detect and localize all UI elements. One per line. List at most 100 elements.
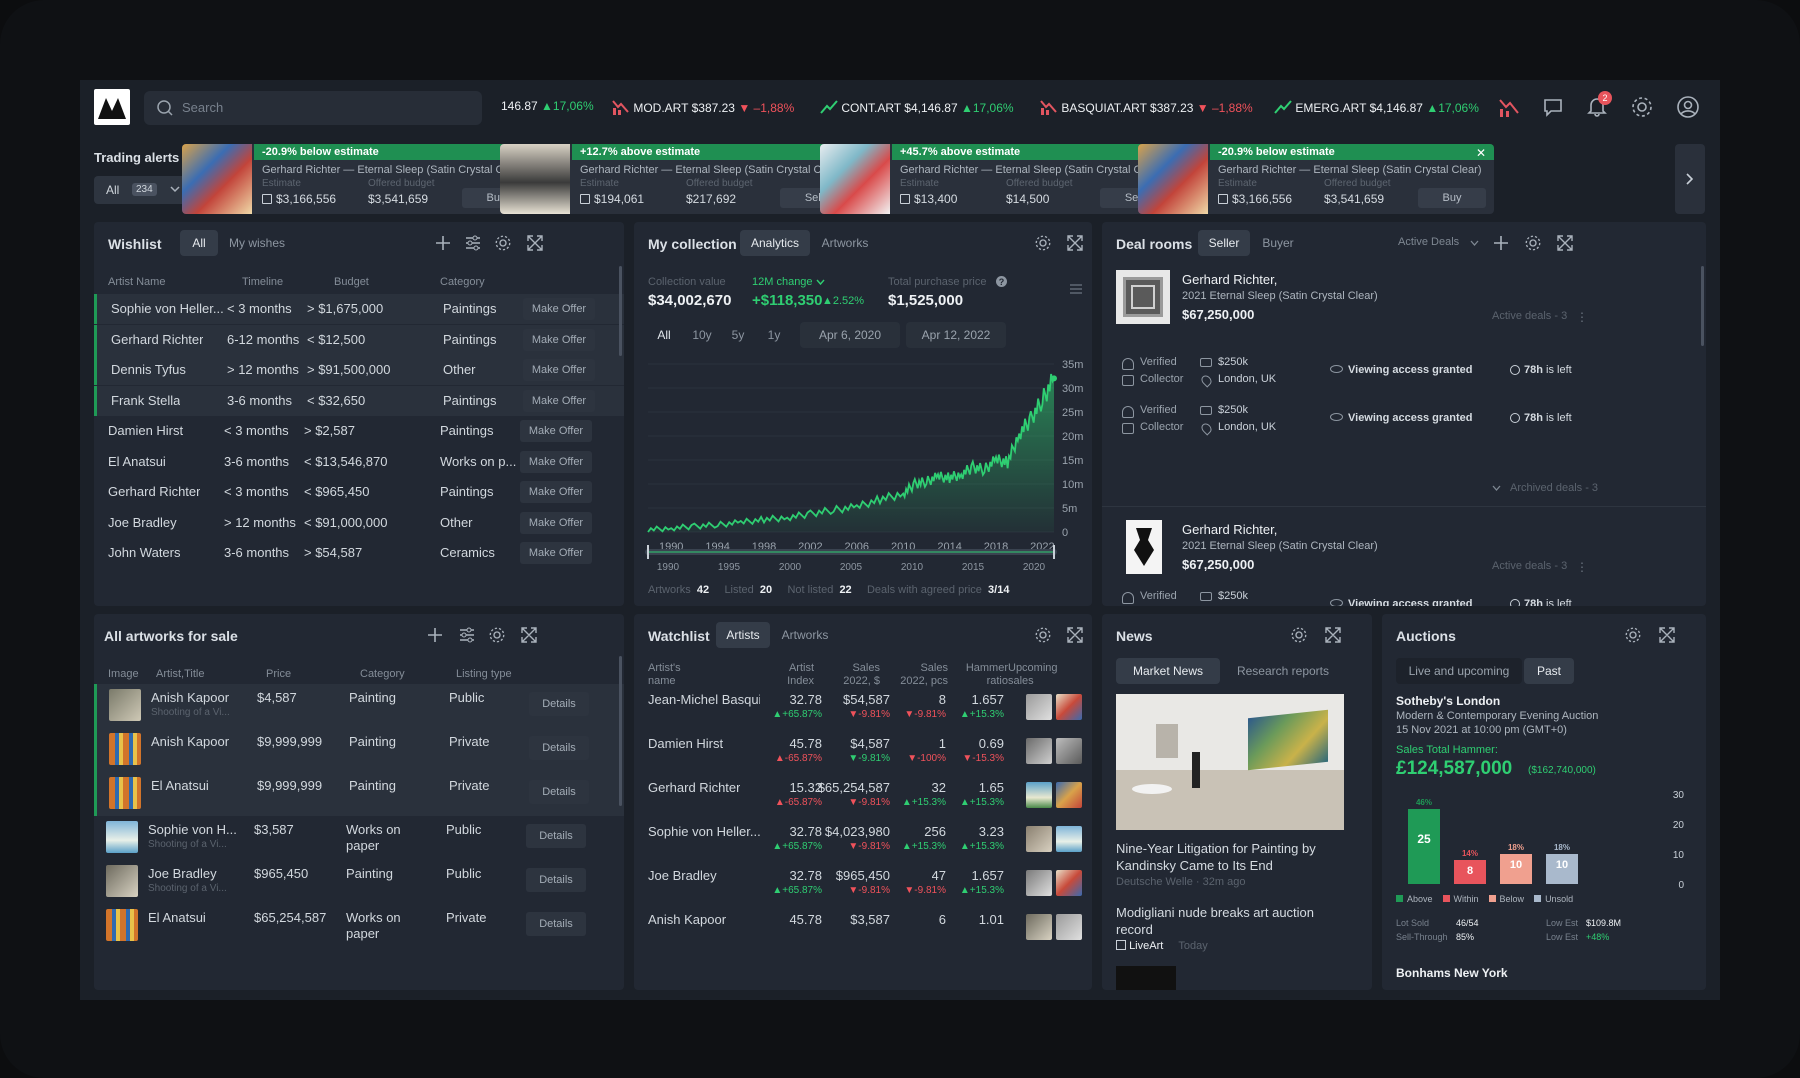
artwork-thumbnail[interactable] [1126,520,1162,574]
scrollbar[interactable] [619,656,622,806]
expand-icon[interactable] [1658,626,1678,646]
auction-bar-above[interactable] [1408,809,1440,884]
tab-research-reports[interactable]: Research reports [1222,658,1344,684]
news-headline[interactable]: Modigliani nude breaks art auction recor… [1116,904,1352,938]
tab-market-news[interactable]: Market News [1116,658,1220,684]
settings-icon[interactable] [494,234,514,254]
make-offer-button[interactable]: Make Offer [523,328,595,351]
logo[interactable] [94,89,130,125]
upcoming-sale-thumbnail[interactable] [1026,826,1052,852]
scrollbar[interactable] [1701,266,1704,346]
upcoming-sale-thumbnail[interactable] [1056,782,1082,808]
auction-house[interactable]: Sotheby's London [1396,694,1500,708]
table-row[interactable]: Gerhard Richter 15.32 ▲-65.87% $65,254,587 ▼… [634,776,1092,820]
make-offer-button[interactable]: Make Offer [520,542,592,564]
table-row[interactable]: Anish Kapoor 45.78 $3,587 6 1.01 [634,908,1092,952]
table-row[interactable]: Anish Kapoor $9,999,999 Painting Private Det… [94,728,624,772]
table-row[interactable]: Anish Kapoor Shooting of a Vi... $4,587 Pai… [94,684,624,728]
table-row[interactable]: Joe Bradley Shooting of a Vi... $965,450 Pa… [94,860,624,904]
brush-handle-right[interactable] [1053,545,1055,559]
more-vertical-icon[interactable]: ⋮ [1576,310,1588,324]
filter-sliders-icon[interactable] [464,234,484,254]
upcoming-sale-thumbnail[interactable] [1056,826,1082,852]
trading-alert-card[interactable]: -20.9% below estimate✕Gerhard Richter — … [182,144,538,214]
upcoming-sale-thumbnail[interactable] [1026,782,1052,808]
tab-all[interactable]: All [180,230,218,256]
details-button[interactable]: Details [526,868,586,892]
add-icon[interactable] [1492,234,1512,254]
news-image[interactable] [1116,694,1344,830]
tab-artworks[interactable]: Artworks [774,622,836,648]
make-offer-button[interactable]: Make Offer [523,389,595,412]
menu-icon[interactable] [1070,284,1082,294]
details-button[interactable]: Details [529,736,589,760]
table-row[interactable]: El Anatsui 3-6 months < $13,546,870 Works o… [94,447,624,477]
brush-handle-left[interactable] [647,545,649,559]
table-row[interactable]: Sophie von Heller... 32.78 ▲+65.87% $4,023,… [634,820,1092,864]
make-offer-button[interactable]: Make Offer [520,511,592,534]
upcoming-sale-thumbnail[interactable] [1056,738,1082,764]
artwork-thumbnail[interactable] [109,777,141,809]
table-row[interactable]: El Anatsui $9,999,999 Painting Private Detai… [94,772,624,816]
info-icon[interactable]: ? [996,276,1007,287]
expand-icon[interactable] [520,626,540,646]
range-1y[interactable]: 1y [756,322,792,348]
expand-icon[interactable] [1324,626,1344,646]
news-headline[interactable]: Nine-Year Litigation for Painting by Kan… [1116,840,1352,874]
chat-icon[interactable] [1542,96,1564,118]
table-row[interactable]: John Waters 3-6 months > $54,587 Ceramics Ma… [94,538,624,568]
add-icon[interactable] [426,626,446,646]
news-thumbnail[interactable] [1116,966,1176,990]
make-offer-button[interactable]: Make Offer [523,298,595,320]
upcoming-sale-thumbnail[interactable] [1056,914,1082,940]
make-offer-button[interactable]: Make Offer [520,481,592,503]
range-all[interactable]: All [646,322,682,348]
table-row[interactable]: Joe Bradley 32.78 ▲+65.87% $965,450 ▼-9.81% 4… [634,864,1092,908]
table-row[interactable]: Gerhard Richter < 3 months < $965,450 Paint… [94,477,624,507]
table-row[interactable]: Sophie von Heller... < 3 months > $1,675,0… [94,294,624,324]
details-button[interactable]: Details [529,692,589,716]
tab-artworks[interactable]: Artworks [814,230,876,256]
change-label[interactable]: 12M change [752,276,813,288]
next-auction-house[interactable]: Bonhams New York [1396,966,1508,980]
tab-analytics[interactable]: Analytics [740,230,810,256]
ticker-4[interactable]: EMERG.ART $4,146.87 ▲17,06% [1274,99,1479,115]
trading-alert-card[interactable]: +12.7% above estimate✕Gerhard Richter — … [500,144,856,214]
upcoming-sale-thumbnail[interactable] [1026,738,1052,764]
expand-icon[interactable] [1066,234,1086,254]
settings-icon[interactable] [1290,626,1310,646]
artwork-thumbnail[interactable] [109,689,141,721]
settings-icon[interactable] [1524,234,1544,254]
tab-seller[interactable]: Seller [1198,230,1250,256]
table-row[interactable]: Jean-Michel Basqui... 32.78 ▲+65.87% $54,58… [634,688,1092,732]
profile-icon[interactable] [1676,95,1700,119]
artwork-thumbnail[interactable] [1116,270,1170,324]
ticker-3[interactable]: BASQUIAT.ART $387.23 ▼ –1,88% [1040,99,1253,115]
settings-icon[interactable] [1034,626,1054,646]
search-input[interactable]: Search [144,91,482,125]
alerts-filter-dropdown[interactable]: All 234 [94,176,190,204]
deal-buyer-row[interactable]: Verified $250k Viewing access granted 78h i… [1102,590,1706,606]
table-row[interactable]: Gerhard Richter 6-12 months < $12,500 Paint… [94,324,624,355]
upcoming-sale-thumbnail[interactable] [1026,694,1052,720]
archived-deals-link[interactable]: Archived deals - 3 [1510,482,1598,494]
table-row[interactable]: Sophie von H... Shooting of a Vi... $3,587… [94,816,624,860]
expand-icon[interactable] [1556,234,1576,254]
alerts-next-button[interactable] [1675,144,1705,214]
date-to-input[interactable]: Apr 12, 2022 [906,322,1006,348]
table-row[interactable]: Joe Bradley > 12 months < $91,000,000 Other… [94,508,624,538]
upcoming-sale-thumbnail[interactable] [1056,694,1082,720]
trading-alert-card[interactable]: +45.7% above estimate✕Gerhard Richter — … [820,144,1176,214]
add-icon[interactable] [434,234,454,254]
range-5y[interactable]: 5y [720,322,756,348]
artwork-thumbnail[interactable] [106,821,138,853]
details-button[interactable]: Details [529,780,589,804]
settings-icon[interactable] [488,626,508,646]
filter-sliders-icon[interactable] [458,626,478,646]
artwork-thumbnail[interactable] [106,865,138,897]
tab-live-upcoming[interactable]: Live and upcoming [1396,658,1522,684]
expand-icon[interactable] [1066,626,1086,646]
settings-icon[interactable] [1034,234,1054,254]
ticker-2[interactable]: CONT.ART $4,146.87 ▲17,06% [820,99,1014,115]
range-10y[interactable]: 10y [684,322,720,348]
